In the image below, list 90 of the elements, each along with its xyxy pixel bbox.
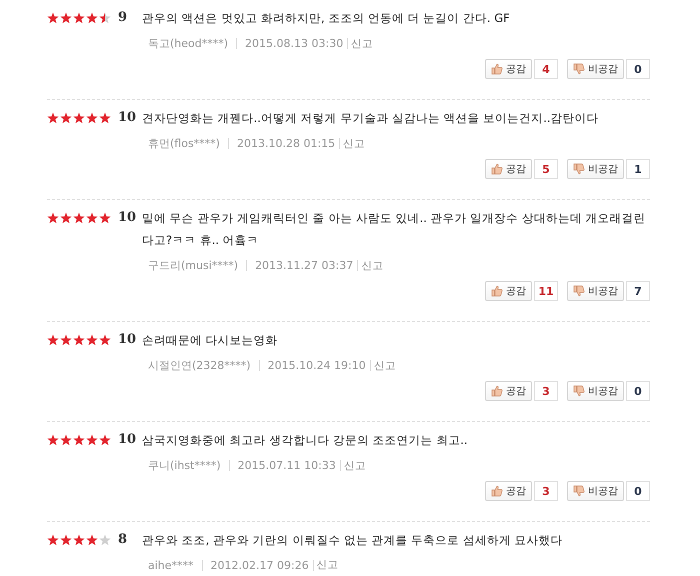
dislike-button[interactable]: 비공감 — [567, 481, 624, 501]
review-author: 휴먼(flos****) — [148, 136, 220, 151]
review-date: 2015.07.11 10:33 — [238, 459, 336, 472]
star-icon — [60, 112, 72, 124]
thumbs-down-icon — [573, 385, 585, 397]
star-icon — [86, 334, 98, 346]
thumbs-down-icon — [573, 63, 585, 75]
thumbs-up-icon — [491, 285, 503, 297]
dislike-count: 0 — [626, 59, 650, 79]
review-date: 2015.10.24 19:10 — [268, 359, 366, 372]
star-icon — [47, 212, 59, 224]
report-link[interactable]: 신고 — [343, 136, 366, 150]
star-icon — [60, 434, 72, 446]
report-link[interactable]: 신고 — [374, 358, 396, 372]
star-icon — [47, 334, 59, 346]
like-count: 3 — [534, 481, 558, 501]
star-icon — [86, 534, 98, 546]
star-icon — [73, 434, 85, 446]
rating-score: 10 — [117, 331, 138, 349]
star-icon — [60, 534, 72, 546]
review-date: 2012.02.17 09:26 — [210, 558, 309, 572]
report-link[interactable]: 신고 — [316, 558, 339, 572]
review-author: 쿠니(ihst****) — [148, 458, 221, 473]
star-icon — [73, 334, 85, 346]
star-icon — [73, 12, 85, 24]
thumbs-up-icon — [491, 385, 503, 397]
star-icon — [86, 112, 98, 124]
star-icon — [73, 534, 85, 546]
like-count: 3 — [534, 381, 558, 401]
review-date: 2013.11.27 03:37 — [255, 259, 354, 272]
like-count: 11 — [534, 281, 558, 301]
like-count: 4 — [534, 59, 558, 79]
like-button[interactable]: 공감 — [485, 159, 532, 179]
review-text: 밑에 무슨 관우가 게임캐릭터인 줄 아는 사람도 있네.. 관우가 일개장수 상대하는데 개오래걸린다고?ㅋㅋ 휴.. 어흌ㅋ — [142, 210, 647, 249]
dislike-count: 0 — [626, 381, 650, 401]
dislike-button[interactable]: 비공감 — [567, 159, 624, 179]
dislike-count: 1 — [626, 159, 650, 179]
review-text: 손려때문에 다시보는영화 — [142, 332, 279, 349]
like-button[interactable]: 공감 — [485, 281, 532, 301]
thumbs-down-icon — [573, 485, 585, 497]
star-icon — [99, 534, 111, 546]
rating-score: 10 — [117, 209, 138, 227]
dislike-button[interactable]: 비공감 — [567, 281, 624, 301]
star-icon — [60, 12, 72, 24]
thumbs-up-icon — [491, 485, 503, 497]
star-icon — [99, 112, 111, 124]
star-icon — [47, 112, 59, 124]
review-text: 관우와 조조, 관우와 기란의 이뤄질수 없는 관계를 두축으로 섬세하게 묘사했다 — [142, 532, 564, 549]
star-icon — [47, 434, 59, 446]
star-icon — [86, 212, 98, 224]
star-icon — [73, 212, 85, 224]
review-author: 독고(heod****) — [148, 36, 228, 51]
review-author: 구드리(musi****) — [148, 258, 238, 273]
like-count: 5 — [534, 159, 558, 179]
review-author: aihe**** — [148, 558, 194, 572]
star-icon — [99, 212, 111, 224]
rating-score: 9 — [117, 9, 128, 27]
rating-score: 10 — [117, 109, 138, 127]
star-icon — [60, 334, 72, 346]
dislike-count: 0 — [626, 481, 650, 501]
thumbs-up-icon — [491, 63, 503, 75]
dislike-button[interactable]: 비공감 — [567, 59, 624, 79]
thumbs-down-icon — [573, 163, 585, 175]
rating-score: 8 — [117, 531, 128, 549]
review-author: 시절인연(2328****) — [148, 358, 251, 373]
review-date: 2015.08.13 03:30 — [245, 37, 344, 50]
star-icon — [47, 534, 59, 546]
star-icon — [60, 212, 72, 224]
report-link[interactable]: 신고 — [344, 458, 366, 472]
like-button[interactable]: 공감 — [485, 381, 532, 401]
review-text: 삼국지영화중에 최고라 생각합니다 강문의 조조연기는 최고.. — [142, 432, 469, 449]
star-icon — [73, 112, 85, 124]
review-text: 견자단영화는 개꿴다..어떻게 저렇게 무기술과 실감나는 액션을 보이는건지..감탄이다 — [142, 110, 600, 127]
like-button[interactable]: 공감 — [485, 481, 532, 501]
star-icon — [99, 12, 111, 24]
star-icon — [47, 12, 59, 24]
star-icon — [99, 434, 111, 446]
report-link[interactable]: 신고 — [361, 258, 384, 272]
thumbs-up-icon — [491, 163, 503, 175]
star-icon — [86, 12, 98, 24]
thumbs-down-icon — [573, 285, 585, 297]
dislike-button[interactable]: 비공감 — [567, 381, 624, 401]
review-date: 2013.10.28 01:15 — [236, 137, 336, 150]
rating-score: 10 — [117, 431, 138, 449]
review-text: 관우의 액션은 멋있고 화려하지만, 조조의 언동에 더 눈길이 간다. GF — [142, 10, 511, 27]
dislike-count: 7 — [626, 281, 650, 301]
report-link[interactable]: 신고 — [351, 36, 374, 50]
star-icon — [99, 334, 111, 346]
star-icon — [86, 434, 98, 446]
like-button[interactable]: 공감 — [485, 59, 532, 79]
